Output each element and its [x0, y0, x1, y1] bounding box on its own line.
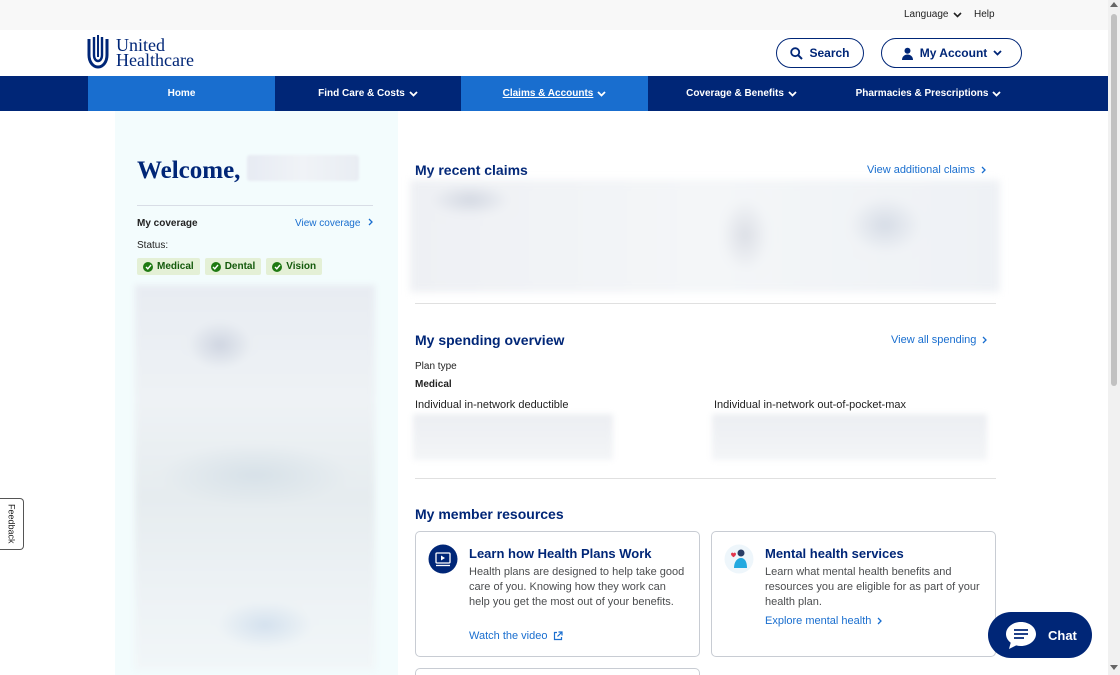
utility-bar: Language Help	[0, 0, 1108, 30]
welcome-heading: Welcome,	[137, 157, 241, 184]
scrollbar-thumb[interactable]	[1111, 14, 1117, 386]
check-circle-icon	[210, 261, 221, 272]
status-badge-label: Medical	[157, 261, 194, 272]
nav-item-label: Home	[167, 88, 196, 99]
nav-item-label: Coverage & Benefits	[686, 88, 784, 99]
status-badge-label: Dental	[224, 261, 256, 272]
chevron-down-icon	[409, 90, 418, 97]
watch-video-link[interactable]: Watch the video	[469, 630, 564, 642]
uhc-logo-icon	[87, 35, 109, 69]
nav-item-coverage-benefits[interactable]: Coverage & Benefits	[648, 76, 835, 111]
view-all-spending-label: View all spending	[891, 334, 977, 346]
nav-item-claims-accounts[interactable]: Claims & Accounts	[461, 76, 648, 111]
mental-health-person-icon	[724, 544, 754, 574]
status-badge-medical: Medical	[137, 258, 200, 275]
status-badge-dental: Dental	[204, 258, 262, 275]
scroll-up-arrow-icon[interactable]	[1110, 2, 1118, 7]
out-of-pocket-label: Individual in-network out-of-pocket-max	[714, 399, 906, 411]
status-badge-label: Vision	[286, 261, 317, 272]
chevron-right-icon	[982, 336, 988, 344]
card-description: Health plans are designed to help take g…	[469, 566, 685, 608]
resource-card-partial	[415, 668, 700, 675]
card-title: Mental health services	[765, 546, 904, 561]
explore-mental-health-link[interactable]: Explore mental health	[765, 615, 883, 627]
welcome-panel: Welcome, My coverage View coverage Statu…	[115, 111, 398, 675]
view-additional-claims-label: View additional claims	[867, 164, 976, 176]
language-label: Language	[904, 9, 949, 20]
plan-type-label: Plan type	[415, 361, 457, 372]
view-coverage-link[interactable]: View coverage	[295, 218, 374, 229]
feedback-label: Feedback	[6, 504, 17, 544]
check-circle-icon	[272, 261, 283, 272]
redacted-claims-list	[410, 180, 1000, 292]
logo-wordmark: United Healthcare	[116, 36, 194, 70]
card-title: Learn how Health Plans Work	[469, 546, 652, 561]
redacted-member-name	[247, 155, 359, 181]
video-play-icon	[428, 544, 458, 574]
section-divider	[415, 303, 996, 304]
plan-type-value: Medical	[415, 379, 452, 390]
nav-item-label: Claims & Accounts	[502, 88, 594, 99]
view-additional-claims-link[interactable]: View additional claims	[867, 164, 986, 176]
resource-card-mental-health: Mental health services Learn what mental…	[711, 531, 996, 657]
chevron-down-icon	[992, 90, 1002, 97]
card-description: Learn what mental health benefits and re…	[765, 566, 980, 608]
search-button[interactable]: Search	[776, 38, 864, 68]
redacted-deductible-amount	[413, 414, 613, 460]
help-link[interactable]: Help	[974, 9, 995, 20]
search-icon	[790, 46, 804, 60]
chat-button[interactable]: Chat	[988, 612, 1092, 658]
chevron-down-icon	[788, 90, 797, 97]
recent-claims-heading: My recent claims	[415, 162, 528, 178]
logo-line-2: Healthcare	[116, 50, 194, 70]
my-coverage-label: My coverage	[137, 218, 198, 229]
main-navigation: Home Find Care & Costs Claims & Accounts…	[0, 76, 1108, 111]
my-account-button[interactable]: My Account	[881, 38, 1022, 68]
spending-overview-heading: My spending overview	[415, 332, 565, 348]
chevron-down-icon	[993, 50, 1002, 56]
status-label: Status:	[137, 240, 169, 251]
chat-label: Chat	[1048, 627, 1077, 643]
feedback-tab[interactable]: Feedback	[0, 498, 24, 550]
scroll-down-arrow-icon[interactable]	[1110, 665, 1118, 670]
user-icon	[901, 47, 913, 60]
view-coverage-label: View coverage	[295, 218, 361, 229]
check-circle-icon	[143, 261, 153, 272]
explore-mental-health-label: Explore mental health	[765, 615, 872, 627]
chat-bubble-icon	[1006, 622, 1036, 649]
chevron-right-icon	[368, 218, 374, 226]
watch-video-label: Watch the video	[469, 630, 548, 642]
language-selector[interactable]: Language	[904, 9, 962, 20]
chevron-down-icon	[597, 90, 607, 97]
status-badge-vision: Vision	[266, 258, 323, 275]
view-all-spending-link[interactable]: View all spending	[891, 334, 988, 346]
unitedhealthcare-logo[interactable]: United Healthcare	[87, 35, 194, 71]
section-divider	[415, 478, 996, 479]
external-link-icon	[554, 631, 564, 641]
nav-item-label: Pharmacies & Prescriptions	[855, 88, 989, 99]
coverage-status-chips: Medical Dental Vision	[137, 258, 323, 275]
my-account-label: My Account	[919, 46, 988, 60]
redacted-member-details	[135, 285, 375, 670]
chevron-right-icon	[981, 166, 986, 174]
nav-item-home[interactable]: Home	[88, 76, 275, 111]
member-resources-heading: My member resources	[415, 506, 564, 522]
search-button-label: Search	[809, 46, 850, 60]
deductible-label: Individual in-network deductible	[415, 399, 569, 411]
nav-item-pharmacies[interactable]: Pharmacies & Prescriptions	[835, 76, 1022, 111]
resource-card-health-plans: Learn how Health Plans Work Health plans…	[415, 531, 700, 657]
chevron-right-icon	[877, 617, 883, 625]
chevron-down-icon	[952, 11, 962, 18]
nav-item-label: Find Care & Costs	[318, 88, 405, 99]
divider	[137, 205, 373, 206]
redacted-out-of-pocket-amount	[712, 414, 987, 460]
page-scrollbar[interactable]	[1108, 0, 1120, 675]
nav-item-find-care[interactable]: Find Care & Costs	[275, 76, 461, 111]
site-header: United Healthcare Search My Account	[0, 30, 1108, 76]
